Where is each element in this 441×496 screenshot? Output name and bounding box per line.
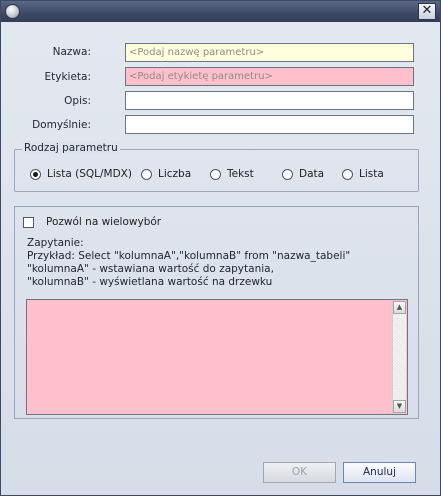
description-label: Opis: — [64, 95, 91, 107]
cancel-button[interactable]: Anuluj — [343, 462, 416, 483]
radio-text-label: Tekst — [227, 168, 254, 180]
multiselect-checkbox[interactable]: Pozwól na wielowybór — [23, 216, 161, 228]
scroll-track[interactable] — [393, 314, 406, 400]
scroll-down-arrow-icon[interactable]: ▼ — [393, 400, 406, 413]
radio-unchecked-icon — [282, 168, 293, 180]
radio-list-label: Lista — [359, 168, 384, 180]
query-example: Przykład: Select "kolumnaA","kolumnaB" f… — [27, 250, 351, 262]
query-textarea[interactable]: ▲ ▼ — [26, 299, 408, 415]
ok-button[interactable]: OK — [263, 462, 336, 483]
query-scrollbar[interactable]: ▲ ▼ — [392, 301, 406, 413]
query-hint-column-b: "kolumnaB" - wyświetlana wartość na drze… — [27, 276, 273, 288]
label-field[interactable] — [125, 67, 414, 86]
query-panel: Pozwól na wielowybór Zapytanie: Przykład… — [14, 206, 419, 419]
radio-unchecked-icon — [210, 168, 221, 180]
radio-list[interactable]: Lista — [342, 168, 384, 180]
query-hint-column-a: "kolumnaA" - wstawiana wartość do zapyta… — [27, 263, 274, 275]
dialog-window: ✕ Nazwa: Etykieta: Opis: Domyślnie: Rodz… — [0, 0, 441, 496]
description-field[interactable] — [125, 91, 414, 110]
label-label: Etykieta: — [44, 71, 91, 83]
app-icon — [5, 4, 20, 19]
name-field[interactable] — [125, 43, 414, 62]
radio-date-label: Data — [299, 168, 325, 180]
default-field[interactable] — [125, 115, 414, 134]
radio-list-sql-mdx[interactable]: Lista (SQL/MDX) — [30, 168, 132, 180]
query-heading: Zapytanie: — [27, 237, 84, 249]
multiselect-label: Pozwól na wielowybór — [46, 216, 162, 228]
radio-number[interactable]: Liczba — [141, 168, 191, 180]
radio-list-sql-mdx-label: Lista (SQL/MDX) — [47, 168, 132, 180]
radio-unchecked-icon — [141, 168, 152, 180]
scroll-up-arrow-icon[interactable]: ▲ — [393, 301, 406, 314]
name-label: Nazwa: — [52, 46, 91, 58]
radio-date[interactable]: Data — [282, 168, 324, 180]
close-button[interactable]: ✕ — [418, 3, 436, 20]
radio-text[interactable]: Tekst — [210, 168, 254, 180]
radio-checked-icon — [30, 168, 41, 180]
checkbox-unchecked-icon — [23, 216, 34, 228]
param-type-title: Rodzaj parametru — [22, 142, 120, 154]
radio-unchecked-icon — [342, 168, 353, 180]
default-label: Domyślnie: — [32, 119, 91, 131]
param-type-group: Rodzaj parametru Lista (SQL/MDX) Liczba … — [14, 142, 419, 192]
radio-number-label: Liczba — [158, 168, 192, 180]
title-bar[interactable]: ✕ — [1, 1, 440, 22]
